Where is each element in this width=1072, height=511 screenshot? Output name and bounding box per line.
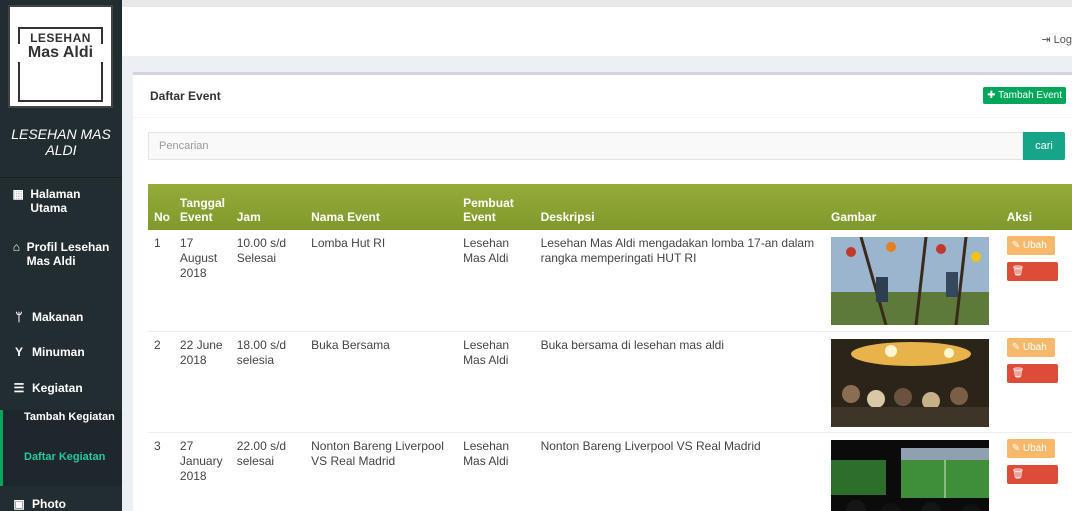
- sidebar-item-label: Profil Lesehan Mas Aldi: [26, 240, 110, 268]
- delete-label: Hapus: [1011, 386, 1041, 398]
- sidebar-item-kegiatan[interactable]: ☰ Kegiatan: [0, 381, 122, 395]
- sidebar-item-label: Photo: [32, 497, 66, 511]
- top-navbar: ⇥ Log: [122, 0, 1072, 56]
- edit-icon: ✎: [1011, 341, 1021, 353]
- delete-label: Hapus: [1011, 487, 1041, 499]
- sidebar-item-makanan[interactable]: ᛘ Makanan: [0, 310, 122, 324]
- add-event-button[interactable]: ✚ Tambah Event: [983, 87, 1066, 104]
- table-row: 1 17 August 2018 10.00 s/d Selesai Lomba…: [148, 230, 1072, 332]
- col-header-nama: Nama Event: [311, 210, 380, 224]
- cell-tanggal: 27 January 2018: [175, 432, 233, 511]
- page-title: Daftar Event: [150, 89, 221, 103]
- cell-tanggal: 17 August 2018: [175, 230, 233, 332]
- delete-label: Hapus: [1011, 285, 1041, 296]
- box-header: Daftar Event ✚ Tambah Event: [133, 75, 1072, 118]
- event-table: No Tanggal Event Jam Nama Event Pembuat …: [148, 184, 1072, 511]
- logout-label: Log: [1053, 34, 1072, 46]
- cell-gambar: [827, 331, 1003, 433]
- cutlery-icon: ᛘ: [15, 310, 23, 324]
- sidebar-item-profil[interactable]: ⌂ Profil Lesehan Mas Aldi: [0, 240, 122, 268]
- trash-icon: 🗑: [1011, 266, 1025, 277]
- cell-nama: Nonton Bareng Liverpool VS Real Madrid: [307, 432, 460, 511]
- col-header-jam: Jam: [236, 210, 261, 224]
- cell-deskripsi: Nonton Bareng Liverpool VS Real Madrid: [536, 432, 827, 511]
- table-header-row: No Tanggal Event Jam Nama Event Pembuat …: [148, 184, 1072, 230]
- edit-label: Ubah: [1022, 341, 1047, 353]
- col-header-tanggal: Tanggal Event: [179, 196, 226, 224]
- cell-deskripsi: Lesehan Mas Aldi mengadakan lomba 17-an …: [536, 230, 827, 332]
- logout-link[interactable]: ⇥ Log: [1041, 33, 1072, 46]
- panjat-pinang-photo: [831, 237, 989, 325]
- cell-pembuat: Lesehan Mas Aldi: [459, 230, 537, 332]
- cell-no: 1: [148, 230, 176, 332]
- edit-button[interactable]: ✎ Ubah: [1006, 438, 1055, 458]
- cell-aksi: ✎ Ubah 🗑 Hapus: [1002, 331, 1072, 433]
- sidebar-item-photo[interactable]: ▣ Photo: [0, 497, 122, 511]
- col-header-deskripsi: Deskripsi: [540, 210, 595, 224]
- edit-label: Ubah: [1022, 442, 1047, 454]
- picture-icon: ▣: [13, 497, 25, 511]
- logo-area: LESEHAN Mas Aldi: [0, 0, 122, 116]
- table-row: 3 27 January 2018 22.00 s/d selesai Nont…: [148, 432, 1072, 511]
- list-icon: ☰: [13, 381, 25, 395]
- sidebar-item-label: Kegiatan: [32, 381, 83, 395]
- logo[interactable]: LESEHAN Mas Aldi: [8, 5, 113, 108]
- trash-icon: 🗑: [1011, 367, 1025, 379]
- sidebar-item-label: Makanan: [32, 310, 84, 324]
- cell-jam: 18.00 s/d selesia: [232, 331, 308, 433]
- plus-icon: ✚: [987, 90, 996, 101]
- cell-nama: Lomba Hut RI: [307, 230, 460, 332]
- delete-button[interactable]: 🗑 Hapus: [1006, 464, 1058, 499]
- glass-icon: Y: [14, 345, 23, 359]
- home-icon: ⌂: [12, 240, 20, 254]
- sidebar-item-halaman-utama[interactable]: ▦ Halaman Utama: [0, 187, 122, 215]
- sidebar-subitem-tambah-kegiatan[interactable]: Tambah Kegiatan: [0, 410, 122, 446]
- event-box: Daftar Event ✚ Tambah Event cari No Tang…: [133, 72, 1072, 511]
- cell-nama: Buka Bersama: [307, 331, 460, 433]
- edit-button[interactable]: ✎ Ubah: [1006, 236, 1055, 255]
- brand-name: LESEHAN MAS ALDI: [0, 116, 122, 178]
- col-header-no: No: [154, 210, 170, 224]
- col-header-gambar: Gambar: [831, 210, 877, 224]
- delete-button[interactable]: 🗑 Hapus: [1006, 262, 1058, 296]
- cell-pembuat: Lesehan Mas Aldi: [459, 432, 537, 511]
- edit-label: Ubah: [1022, 240, 1047, 251]
- edit-icon: ✎: [1011, 240, 1021, 251]
- edit-button[interactable]: ✎ Ubah: [1006, 337, 1055, 357]
- grid-icon: ▦: [12, 187, 24, 201]
- col-header-pembuat: Pembuat Event: [463, 196, 514, 224]
- logo-text-bottom: Mas Aldi: [14, 44, 107, 62]
- search-input[interactable]: [148, 132, 1023, 160]
- crowd-photo: [831, 338, 989, 427]
- edit-icon: ✎: [1011, 442, 1021, 454]
- cell-no: 2: [148, 331, 176, 433]
- table-row: 2 22 June 2018 18.00 s/d selesia Buka Be…: [148, 331, 1072, 433]
- trash-icon: 🗑: [1011, 468, 1025, 480]
- add-event-label: Tambah Event: [998, 90, 1062, 101]
- sidebar-item-label: Halaman Utama: [30, 187, 81, 215]
- delete-button[interactable]: 🗑 Hapus: [1006, 363, 1058, 398]
- sidebar-item-minuman[interactable]: Y Minuman: [0, 345, 122, 359]
- cell-jam: 22.00 s/d selesai: [232, 432, 308, 511]
- cell-gambar: [827, 230, 1003, 332]
- logout-icon: ⇥: [1041, 34, 1051, 46]
- col-header-aksi: Aksi: [1006, 210, 1033, 224]
- cell-aksi: ✎ Ubah 🗑 Hapus: [1002, 230, 1072, 332]
- cell-jam: 10.00 s/d Selesai: [232, 230, 308, 332]
- cell-gambar: [827, 432, 1003, 511]
- sidebar-subitem-daftar-kegiatan[interactable]: Daftar Kegiatan: [0, 446, 122, 486]
- football-screen-photo: [831, 439, 989, 511]
- sidebar-item-label: Minuman: [32, 345, 85, 359]
- cell-aksi: ✎ Ubah 🗑 Hapus: [1002, 432, 1072, 511]
- search-button[interactable]: cari: [1023, 132, 1065, 160]
- cell-tanggal: 22 June 2018: [175, 331, 233, 433]
- cell-no: 3: [148, 432, 176, 511]
- sidebar: LESEHAN Mas Aldi LESEHAN MAS ALDI ▦ Hala…: [0, 0, 122, 511]
- cell-pembuat: Lesehan Mas Aldi: [459, 331, 537, 433]
- cell-deskripsi: Buka bersama di lesehan mas aldi: [536, 331, 827, 433]
